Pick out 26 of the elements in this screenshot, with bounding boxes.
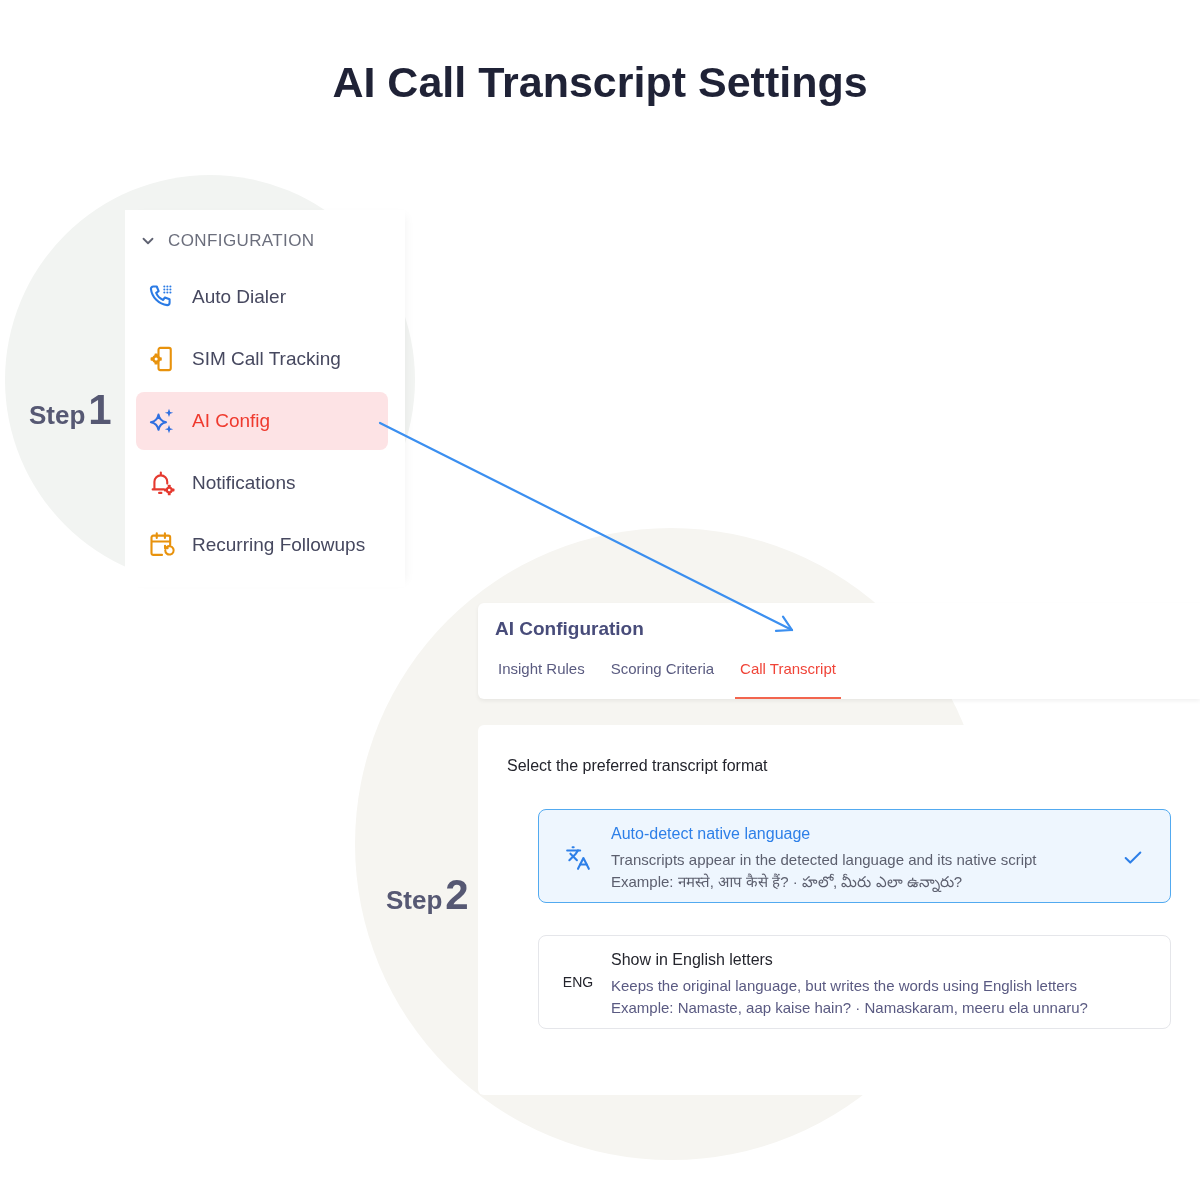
option-example: Example: Namaste, aap kaise hain? · Namaskaram, meeru ela unnaru? [611, 998, 1089, 1018]
tab[interactable]: Call Transcript [735, 653, 841, 699]
option-title: Auto-detect native language [611, 824, 812, 844]
section-header[interactable]: CONFIGURATION [125, 220, 405, 262]
card-title: AI Configuration [495, 617, 645, 641]
transcript-option[interactable]: ENG Show in English letters Keeps the original language, but writes the words using English letters Example: Namaste, aap kaise hain? · Namaskaram, meeru ela unnaru? [538, 935, 1171, 1029]
sidebar-item[interactable]: SIM Call Tracking [136, 330, 388, 388]
step-label: Step [29, 399, 86, 432]
option-description: Transcripts appear in the detected language and its native script [611, 850, 1038, 870]
page-title: AI Call Transcript Settings [331, 57, 869, 107]
calendar-refresh-icon [148, 531, 176, 559]
language-code-label: ENG [562, 974, 594, 990]
prompt-text: Select the preferred transcript format [507, 756, 769, 776]
sidebar-item[interactable]: Recurring Followups [136, 516, 388, 574]
option-description: Keeps the original language, but writes the words using English letters [611, 976, 1079, 996]
option-title: Show in English letters [611, 950, 774, 970]
sidebar-item[interactable]: Notifications [136, 454, 388, 512]
option-example: Example: नमस्ते, आप कैसे हैं? · హలో, మీరు ఎలా ఉన్నారు? [611, 872, 964, 893]
step-number: 1 [88, 388, 112, 432]
step-label: Step [386, 884, 443, 917]
tab[interactable]: Scoring Criteria [605, 653, 720, 699]
sidebar-item[interactable]: Auto Dialer [136, 268, 388, 326]
step-number: 2 [445, 873, 469, 917]
tab[interactable]: Insight Rules [493, 653, 590, 699]
translate-icon [565, 845, 591, 871]
transcript-option[interactable]: Auto-detect native language Transcripts appear in the detected language and its native script Example: नमस्ते, आप कैसे हैं? · హలో, మీరు ఎలా ఉన్నారు? [538, 809, 1171, 903]
